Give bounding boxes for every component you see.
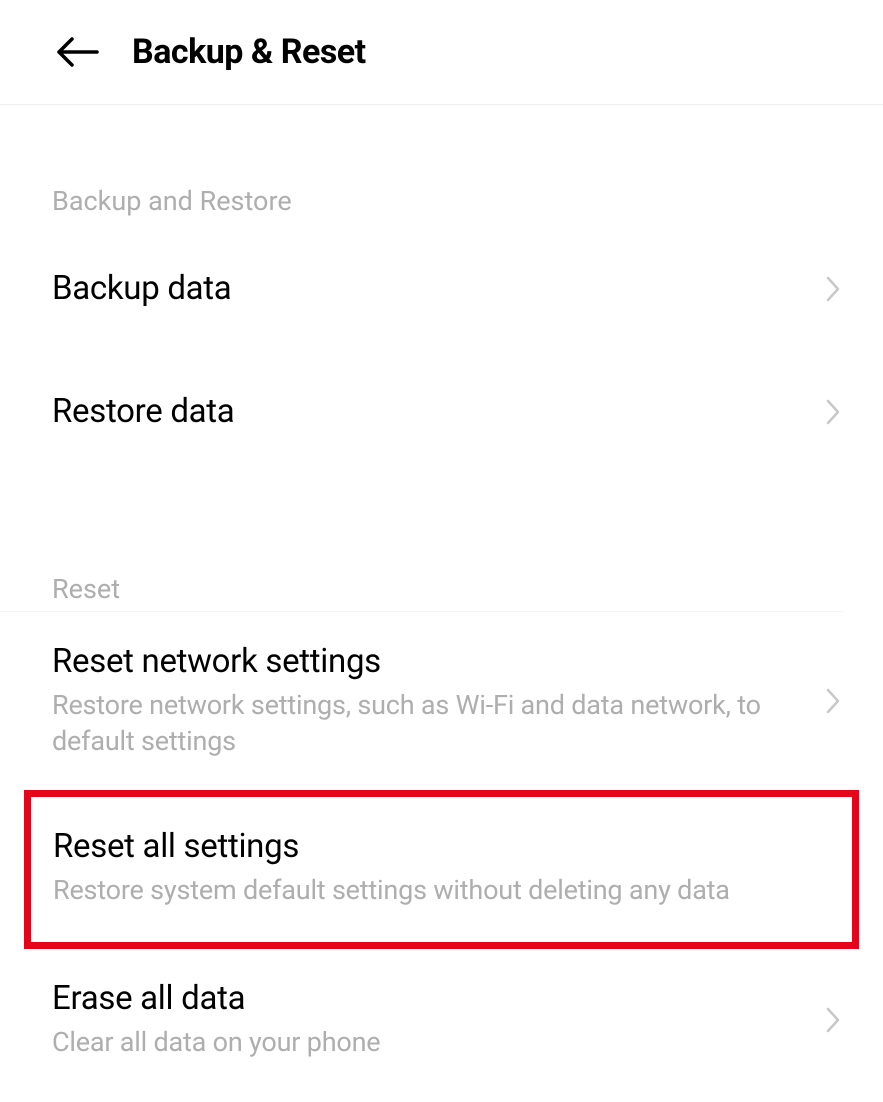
list-item-subtitle: Clear all data on your phone	[52, 1024, 813, 1060]
chevron-right-icon	[823, 271, 843, 307]
list-item-text: Restore data	[52, 392, 813, 431]
list-item-title: Restore data	[52, 392, 813, 431]
restore-data-item[interactable]: Restore data	[0, 350, 883, 473]
chevron-right-icon	[823, 1002, 843, 1038]
list-item-subtitle: Restore system default settings without …	[53, 872, 842, 908]
list-item-title: Reset all settings	[53, 827, 842, 866]
section-header-reset: Reset	[0, 473, 843, 612]
list-item-text: Reset network settings Restore network s…	[52, 642, 813, 760]
header-bar: Backup & Reset	[0, 0, 883, 105]
content-area: Backup and Restore Backup data Restore d…	[0, 105, 883, 1091]
chevron-right-icon	[823, 683, 843, 719]
list-item-text: Erase all data Clear all data on your ph…	[52, 979, 813, 1060]
chevron-right-icon	[823, 394, 843, 430]
list-item-subtitle: Restore network settings, such as Wi-Fi …	[52, 687, 813, 760]
list-item-title: Backup data	[52, 269, 813, 308]
back-arrow-icon[interactable]	[56, 30, 100, 74]
list-item-text: Backup data	[52, 269, 813, 308]
backup-data-item[interactable]: Backup data	[0, 227, 883, 350]
page-title: Backup & Reset	[132, 32, 366, 72]
section-header-backup-restore: Backup and Restore	[0, 105, 883, 227]
reset-all-settings-item[interactable]: Reset all settings Restore system defaul…	[24, 790, 859, 949]
erase-all-data-item[interactable]: Erase all data Clear all data on your ph…	[0, 949, 883, 1090]
reset-network-settings-item[interactable]: Reset network settings Restore network s…	[0, 612, 883, 790]
list-item-title: Reset network settings	[52, 642, 813, 681]
list-item-text: Reset all settings Restore system defaul…	[53, 827, 842, 908]
list-item-title: Erase all data	[52, 979, 813, 1018]
